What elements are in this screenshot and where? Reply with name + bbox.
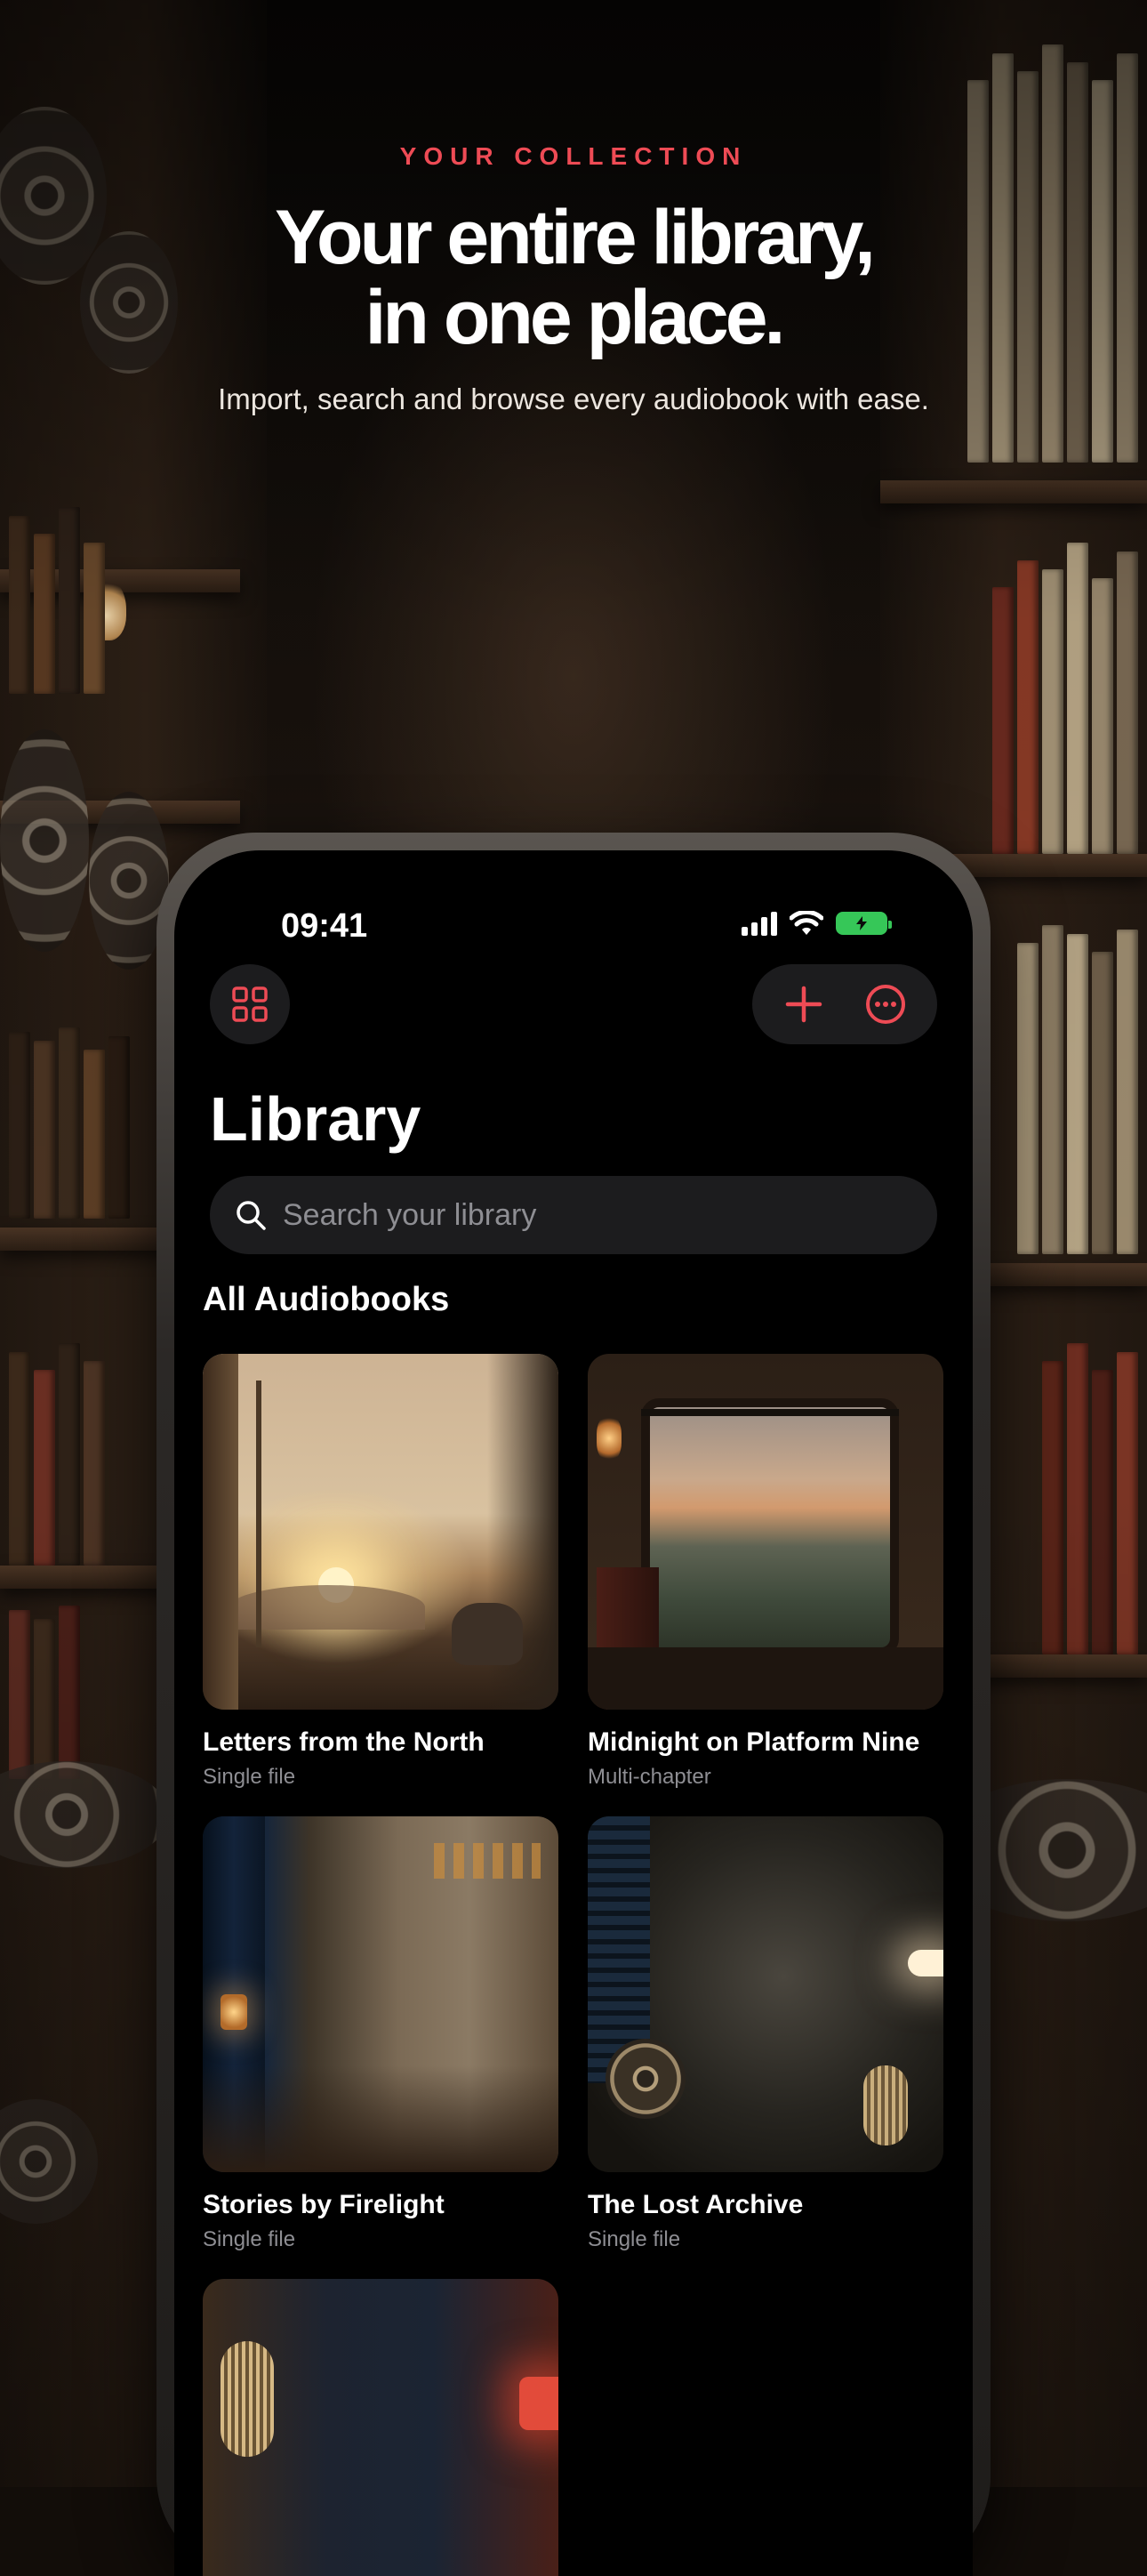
status-icons <box>742 911 892 936</box>
audiobook-card[interactable]: Letters from the North Single file <box>203 1354 558 1790</box>
audiobook-card[interactable] <box>203 2279 558 2576</box>
battery-charging-icon <box>836 912 892 935</box>
search-placeholder: Search your library <box>283 1197 537 1232</box>
more-button[interactable] <box>854 973 917 1035</box>
cellular-signal-icon <box>742 911 777 936</box>
audiobook-cover <box>588 1354 943 1710</box>
search-field[interactable]: Search your library <box>210 1176 937 1254</box>
audiobook-cover <box>588 1816 943 2172</box>
subheadline: Import, search and browse every audioboo… <box>218 382 929 415</box>
page-title: Library <box>210 1084 421 1154</box>
audiobook-title: The Lost Archive <box>588 2190 804 2219</box>
status-time: 09:41 <box>281 907 368 945</box>
audiobook-cover <box>203 1816 558 2172</box>
section-title: All Audiobooks <box>203 1281 450 1318</box>
add-button[interactable] <box>773 973 835 1035</box>
audiobook-cover <box>203 2279 558 2576</box>
layout-toggle-button[interactable] <box>210 964 290 1044</box>
audiobook-title: Stories by Firelight <box>203 2190 445 2219</box>
phone-screen: 09:41 Library Search your library All Au… <box>174 850 973 2576</box>
search-icon <box>237 1201 266 1230</box>
eyebrow-label: YOUR COLLECTION <box>399 142 748 170</box>
ellipsis-circle-icon <box>866 985 905 1024</box>
audiobook-title: Letters from the North <box>203 1727 485 1757</box>
audiobook-cover <box>203 1354 558 1710</box>
grid-icon <box>232 986 268 1022</box>
audiobook-format: Single file <box>588 2227 681 2251</box>
headline-line-2: in one place. <box>365 275 786 360</box>
wifi-icon <box>790 911 823 935</box>
toolbar-actions <box>752 964 937 1044</box>
headline: Your entire library, in one place. <box>0 197 1147 358</box>
audiobook-card[interactable]: The Lost Archive Single file <box>588 1816 943 2252</box>
audiobook-format: Single file <box>203 2227 296 2251</box>
phone-frame: 09:41 Library Search your library All Au… <box>156 833 991 2576</box>
audiobook-card[interactable]: Midnight on Platform Nine Multi-chapter <box>588 1354 943 1790</box>
audiobook-title: Midnight on Platform Nine <box>588 1727 920 1757</box>
plus-icon <box>785 986 822 1023</box>
audiobook-card[interactable]: Stories by Firelight Single file <box>203 1816 558 2252</box>
audiobook-format: Single file <box>203 1765 296 1789</box>
headline-line-1: Your entire library, <box>275 195 876 280</box>
audiobook-format: Multi-chapter <box>588 1765 711 1789</box>
